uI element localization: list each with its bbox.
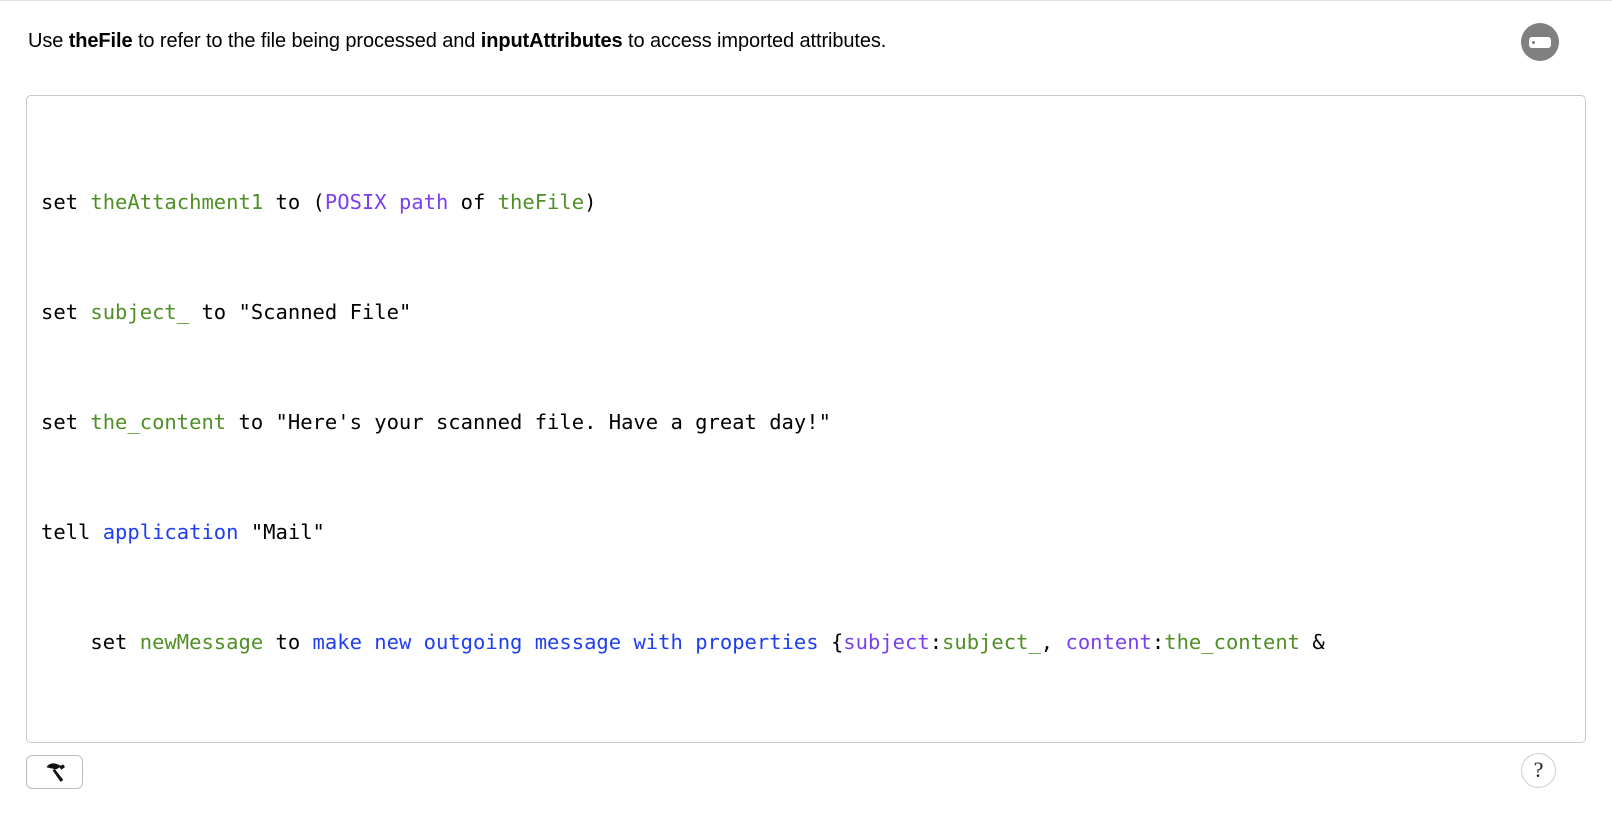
token-var-thecontent: the_content	[1164, 629, 1300, 654]
token-ampersand: &	[226, 740, 238, 743]
desc-bold-inputattributes: inputAttributes	[480, 30, 623, 52]
token-var-thecontent: the_content	[90, 409, 227, 434]
code-line: tell application "Mail"	[41, 519, 1380, 547]
token-set: set	[41, 299, 79, 324]
token-return: return	[251, 740, 325, 743]
token-set: set	[41, 409, 79, 434]
token-set: set	[90, 629, 128, 654]
token-colon: :	[929, 629, 943, 654]
desc-suffix: to access imported attributes.	[622, 30, 887, 52]
token-to: to	[238, 409, 264, 434]
hammer-icon	[46, 763, 65, 782]
token-var-subject: subject_	[90, 299, 190, 324]
token-posix-path: POSIX path	[324, 189, 449, 214]
token-paren-open: (	[312, 189, 325, 214]
action-description-bar: Use theFile to refer to the file being p…	[0, 0, 1612, 81]
token-paren-close: )	[584, 189, 597, 214]
token-ampersand: &	[1312, 629, 1325, 654]
token-make-new: make new	[312, 629, 412, 654]
token-string-mail: "Mail"	[250, 519, 325, 544]
token-prop-content: content	[1065, 629, 1152, 654]
token-brace-close: }	[325, 740, 337, 743]
token-to: to	[275, 189, 301, 214]
token-prop-subject: subject	[843, 629, 930, 654]
desc-bold-thefile: theFile	[68, 30, 133, 52]
code-line: set newMessage to make new outgoing mess…	[41, 629, 1380, 657]
token-set: set	[41, 189, 79, 214]
compile-button[interactable]	[26, 755, 83, 789]
token-string-body: "Here's your scanned file. Have a great …	[275, 409, 831, 434]
token-var-thefile: theFile	[497, 189, 585, 214]
token-tell: tell	[41, 519, 91, 544]
results-toggle-button[interactable]	[1521, 23, 1559, 61]
token-with: with	[633, 629, 683, 654]
token-return: return	[140, 740, 214, 743]
action-description-text: Use theFile to refer to the file being p…	[28, 27, 886, 55]
results-bar-icon	[1529, 36, 1551, 48]
desc-prefix: Use	[28, 30, 69, 52]
token-var-newmessage: newMessage	[139, 629, 264, 654]
token-comma: ,	[1040, 629, 1054, 654]
token-to: to	[201, 299, 227, 324]
code-content[interactable]: set theAttachment1 to (POSIX path of the…	[41, 106, 1380, 743]
token-brace-open: {	[830, 629, 844, 654]
help-button[interactable]: ?	[1521, 753, 1556, 788]
code-line: set the_content to "Here's your scanned …	[41, 409, 1380, 437]
token-var-subject: subject_	[942, 629, 1041, 654]
results-dot-icon	[1532, 40, 1535, 44]
desc-middle: to refer to the file being processed and	[132, 30, 481, 52]
token-to: to	[275, 629, 301, 654]
code-line: set theAttachment1 to (POSIX path of the…	[41, 189, 1380, 217]
token-of: of	[460, 189, 486, 214]
token-outgoing-message: outgoing message	[423, 629, 622, 654]
code-line: set subject_ to "Scanned File"	[41, 299, 1380, 327]
code-line: return & return}	[41, 739, 1380, 743]
token-application: application	[102, 519, 239, 544]
token-properties: properties	[695, 629, 819, 654]
token-colon: :	[1151, 629, 1165, 654]
applescript-code-editor[interactable]: set theAttachment1 to (POSIX path of the…	[26, 95, 1586, 743]
token-string-subject: "Scanned File"	[238, 299, 412, 324]
token-var-theattachment1: theAttachment1	[90, 189, 264, 214]
